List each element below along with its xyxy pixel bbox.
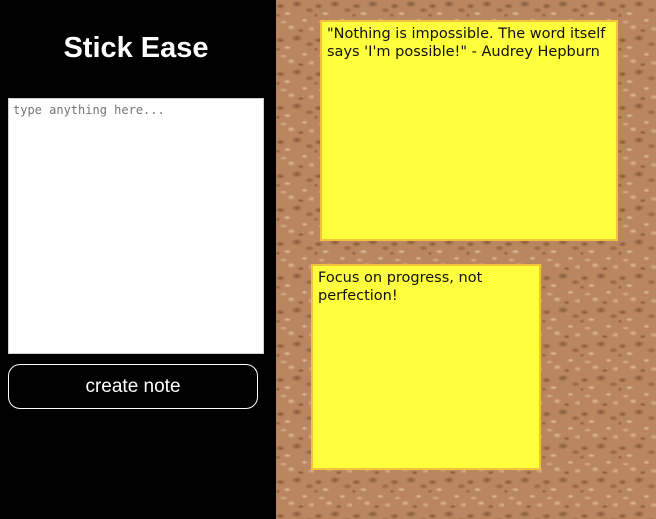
app-title: Stick Ease [63, 32, 209, 64]
note-text-input[interactable] [8, 98, 264, 354]
app-root: Stick Ease create note "Nothing is impos… [0, 0, 656, 519]
sticky-note[interactable]: Focus on progress, not perfection! [311, 264, 541, 470]
corkboard: "Nothing is impossible. The word itself … [276, 0, 656, 519]
sidebar: Stick Ease create note [0, 0, 276, 519]
create-note-button[interactable]: create note [8, 364, 258, 409]
sticky-note[interactable]: "Nothing is impossible. The word itself … [320, 20, 618, 241]
